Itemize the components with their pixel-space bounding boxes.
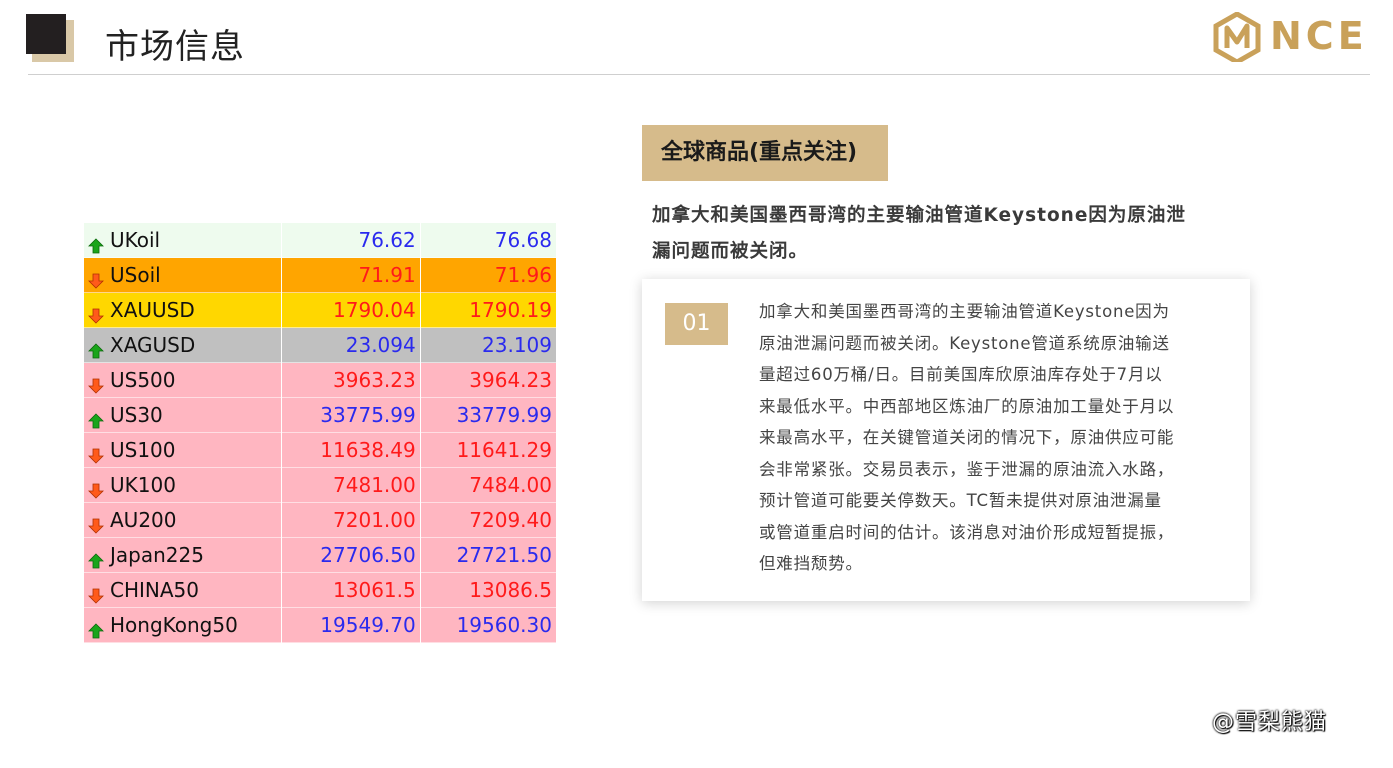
news-line: 加拿大和美国墨西哥湾的主要输油管道Keystone因为 <box>759 302 1170 321</box>
news-body: 加拿大和美国墨西哥湾的主要输油管道Keystone因为 原油泄漏问题而被关闭。K… <box>759 296 1221 580</box>
header-square-front <box>26 14 66 54</box>
symbol-cell: XAUUSD <box>84 292 282 328</box>
bid-price: 33775.99 <box>281 397 421 433</box>
news-card: 01 加拿大和美国墨西哥湾的主要输油管道Keystone因为 原油泄漏问题而被关… <box>642 279 1250 601</box>
down-arrow-icon <box>88 266 104 289</box>
quote-row-uk100: UK100 7481.00 7484.00 <box>84 467 558 503</box>
up-arrow-icon <box>88 546 104 568</box>
symbol-cell: Japan225 <box>84 537 282 573</box>
nce-logo-mark-icon <box>1213 11 1261 65</box>
down-arrow-icon <box>88 301 104 324</box>
up-arrow-icon <box>88 616 104 638</box>
ask-price: 13086.5 <box>420 572 558 608</box>
symbol-cell: UKoil <box>84 223 282 258</box>
ask-price: 7209.40 <box>420 502 558 538</box>
bid-price: 1790.04 <box>281 292 421 328</box>
down-arrow-icon <box>88 371 104 394</box>
bid-price: 23.094 <box>281 327 421 363</box>
headline-line-2: 漏问题而被关闭。 <box>652 241 809 262</box>
symbol-name: UKoil <box>110 228 161 252</box>
symbol-name: US500 <box>110 368 176 392</box>
symbol-name: XAUUSD <box>110 298 195 322</box>
quote-row-us500: US500 3963.23 3964.23 <box>84 362 558 398</box>
symbol-cell: CHINA50 <box>84 572 282 608</box>
number-badge-label: 01 <box>682 311 711 336</box>
quote-row-xauusd: XAUUSD 1790.04 1790.19 <box>84 292 558 328</box>
symbol-cell: US500 <box>84 362 282 398</box>
up-arrow-icon <box>88 336 104 358</box>
symbol-name: Japan225 <box>110 543 204 567</box>
symbol-cell: USoil <box>84 257 282 293</box>
quote-row-japan225: Japan225 27706.50 27721.50 <box>84 537 558 573</box>
ask-price: 76.68 <box>420 223 558 258</box>
symbol-cell: XAGUSD <box>84 327 282 363</box>
bid-price: 76.62 <box>281 223 421 258</box>
quote-row-usoil: USoil 71.91 71.96 <box>84 257 558 293</box>
bid-price: 27706.50 <box>281 537 421 573</box>
ask-price: 27721.50 <box>420 537 558 573</box>
quote-row-ukoil: UKoil 76.62 76.68 <box>84 223 558 258</box>
ask-price: 11641.29 <box>420 432 558 468</box>
symbol-name: HongKong50 <box>110 613 238 637</box>
bid-price: 13061.5 <box>281 572 421 608</box>
news-line: 预计管道可能要关停数天。TC暂未提供对原油泄漏量 <box>759 491 1162 510</box>
symbol-name: UK100 <box>110 473 176 497</box>
ask-price: 7484.00 <box>420 467 558 503</box>
number-badge: 01 <box>665 303 728 345</box>
down-arrow-icon <box>88 476 104 499</box>
news-line: 但难挡颓势。 <box>759 554 863 573</box>
up-arrow-icon <box>88 406 104 428</box>
bid-price: 3963.23 <box>281 362 421 398</box>
quote-row-xagusd: XAGUSD 23.094 23.109 <box>84 327 558 363</box>
page-title: 市场信息 <box>105 27 245 67</box>
symbol-cell: US30 <box>84 397 282 433</box>
symbol-name: USoil <box>110 263 161 287</box>
down-arrow-icon <box>88 441 104 464</box>
symbol-cell: AU200 <box>84 502 282 538</box>
symbol-cell: HongKong50 <box>84 607 282 643</box>
nce-logo: NCE <box>1212 11 1364 65</box>
news-line: 来最高水平，在关键管道关闭的情况下，原油供应可能 <box>759 428 1175 447</box>
symbol-name: CHINA50 <box>110 578 199 602</box>
symbol-cell: UK100 <box>84 467 282 503</box>
section-tag-label: 全球商品(重点关注) <box>661 140 858 165</box>
headline-line-1: 加拿大和美国墨西哥湾的主要输油管道Keystone因为原油泄 <box>652 205 1186 226</box>
news-line: 量超过60万桶/日。目前美国库欣原油库存处于7月以 <box>759 365 1163 384</box>
news-line: 来最低水平。中西部地区炼油厂的原油加工量处于月以 <box>759 396 1175 416</box>
bid-price: 71.91 <box>281 257 421 293</box>
ask-price: 33779.99 <box>420 397 558 433</box>
ask-price: 71.96 <box>420 257 558 293</box>
symbol-name: XAGUSD <box>110 333 196 357</box>
ask-price: 1790.19 <box>420 292 558 328</box>
section-headline: 加拿大和美国墨西哥湾的主要输油管道Keystone因为原油泄 漏问题而被关闭。 <box>652 198 1252 270</box>
quote-row-au200: AU200 7201.00 7209.40 <box>84 502 558 538</box>
nce-logo-text: NCE <box>1270 14 1368 58</box>
bid-price: 11638.49 <box>281 432 421 468</box>
bid-price: 19549.70 <box>281 607 421 643</box>
section-tag: 全球商品(重点关注) <box>642 125 888 181</box>
quote-row-us30: US30 33775.99 33779.99 <box>84 397 558 433</box>
news-line: 会非常紧张。交易员表示，鉴于泄漏的原油流入水路， <box>759 459 1175 479</box>
up-arrow-icon <box>88 231 104 253</box>
symbol-name: AU200 <box>110 508 177 532</box>
down-arrow-icon <box>88 511 104 534</box>
watermark: @雪梨熊猫 <box>1212 710 1328 735</box>
news-line: 原油泄漏问题而被关闭。Keystone管道系统原油输送 <box>759 333 1170 353</box>
bid-price: 7201.00 <box>281 502 421 538</box>
quote-row-china50: CHINA50 13061.5 13086.5 <box>84 572 558 608</box>
bid-price: 7481.00 <box>281 467 421 503</box>
symbol-cell: US100 <box>84 432 282 468</box>
ask-price: 23.109 <box>420 327 558 363</box>
quotes-table: UKoil 76.62 76.68 USoil 71.91 71.96 XAUUSD 1790… <box>84 223 558 643</box>
quotes-table-body: UKoil 76.62 76.68 USoil 71.91 71.96 XAUUSD 1790… <box>84 223 558 643</box>
quote-row-hongkong50: HongKong50 19549.70 19560.30 <box>84 607 558 643</box>
quote-row-us100: US100 11638.49 11641.29 <box>84 432 558 468</box>
symbol-name: US100 <box>110 438 176 462</box>
header-divider <box>28 74 1370 75</box>
news-line: 或管道重启时间的估计。该消息对油价形成短暂提振， <box>759 522 1175 542</box>
ask-price: 19560.30 <box>420 607 558 643</box>
symbol-name: US30 <box>110 403 163 427</box>
ask-price: 3964.23 <box>420 362 558 398</box>
down-arrow-icon <box>88 581 104 604</box>
